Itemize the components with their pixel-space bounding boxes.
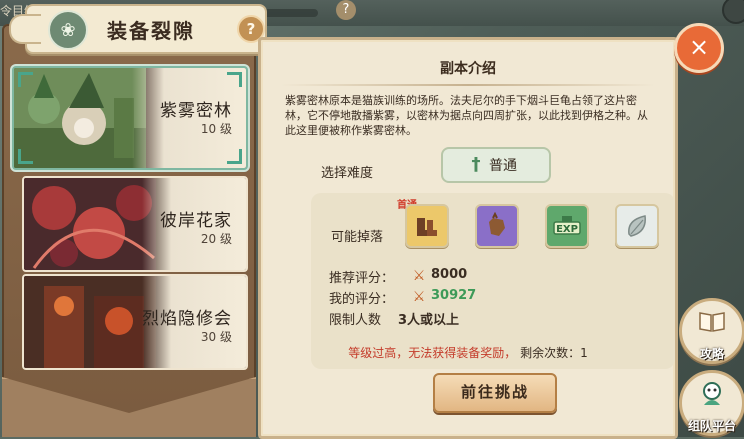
tag-notch: [9, 14, 41, 44]
sword-icon: †: [471, 154, 481, 175]
dungeon-info-2: 彼岸花家 20 级: [142, 178, 246, 270]
dungeon-name: 烈焰隐修会: [142, 309, 232, 329]
dungeon-card-1[interactable]: 紫雾密林 10 级: [12, 66, 248, 170]
selection-corner-icon: [227, 72, 242, 87]
guide-button[interactable]: 攻略: [679, 298, 744, 364]
drops-label: 可能掉落: [331, 230, 384, 245]
exp-glyph: EXP: [553, 216, 581, 235]
selection-corner-icon: [18, 72, 33, 87]
selection-corner-icon: [18, 149, 33, 164]
background-minimap-icon: [722, 0, 744, 24]
panel-divider: [281, 84, 655, 86]
dungeon-level: 30 级: [200, 330, 232, 344]
gloves-glyph: [489, 212, 505, 236]
background-help-icon: ?: [336, 0, 356, 20]
reward-warning: 等级过高，无法获得装备奖励， 剩余次数：1: [261, 344, 675, 361]
gloves-icon[interactable]: [475, 204, 519, 248]
my-score-value: 30927: [431, 288, 477, 303]
difficulty-selector[interactable]: † 普通: [441, 147, 551, 183]
dungeon-name: 彼岸花家: [160, 211, 232, 231]
close-button[interactable]: ×: [674, 23, 724, 73]
dungeon-art-2: [24, 178, 156, 270]
difficulty-value: 普通: [489, 158, 517, 174]
team-glyph: [703, 382, 721, 405]
dungeon-art-3: [24, 276, 156, 368]
exp-icon[interactable]: EXP: [545, 204, 589, 248]
remaining-attempts-text: 剩余次数：1: [520, 346, 588, 360]
warning-level-text: 等级过高，无法获得装备奖励，: [348, 346, 517, 360]
crossed-swords-icon: ⚔: [412, 289, 426, 305]
my-score-label: 我的评分：: [329, 292, 395, 307]
dungeon-level: 20 级: [200, 232, 232, 246]
recommended-score-label: 推荐评分：: [329, 271, 395, 286]
leaf-glyph: [628, 215, 646, 237]
dungeon-description: 紫雾密林原本是猫族训练的场所。法夫尼尔的手下烟斗巨龟占领了这片密林，它不停地散播…: [285, 94, 648, 137]
dungeon-level: 10 级: [200, 122, 232, 136]
book-icon: [682, 309, 742, 338]
boots-icon[interactable]: [405, 204, 449, 248]
dungeon-art-1: [14, 68, 146, 168]
book-glyph: [699, 312, 725, 332]
team-platform-label: 组队平台: [687, 419, 736, 433]
leaf-icon[interactable]: [615, 204, 659, 248]
party-size-value: 3人或以上: [398, 313, 460, 328]
svg-text:EXP: EXP: [556, 224, 578, 235]
team-platform-button[interactable]: 组队平台: [679, 370, 744, 436]
dungeon-card-3[interactable]: 烈焰隐修会 30 级: [22, 274, 248, 370]
boots-glyph: [417, 218, 437, 236]
dungeon-name: 紫雾密林: [160, 101, 232, 121]
flower-emblem-icon: ❀: [48, 10, 88, 50]
title-tag: ❀ 装备裂隙 ?: [9, 4, 267, 54]
guide-label: 攻略: [699, 347, 724, 361]
dungeon-card-2[interactable]: 彼岸花家 20 级: [22, 176, 248, 272]
dungeon-info-3: 烈焰隐修会 30 级: [142, 276, 246, 368]
team-icon: [682, 381, 742, 412]
selection-corner-icon: [227, 149, 242, 164]
recommended-score-value: 8000: [431, 267, 468, 282]
panel-title: 副本介绍: [440, 61, 496, 77]
dungeon-detail-panel: 副本介绍 紫雾密林原本是猫族训练的场所。法夫尼尔的手下烟斗巨龟占领了这片密林，它…: [258, 37, 678, 439]
difficulty-label: 选择难度: [321, 166, 374, 181]
challenge-button[interactable]: 前往挑战: [433, 373, 557, 413]
page-title: 装备裂隙: [107, 19, 195, 43]
party-size-label: 限制人数: [329, 313, 382, 328]
crossed-swords-icon: ⚔: [412, 268, 426, 284]
